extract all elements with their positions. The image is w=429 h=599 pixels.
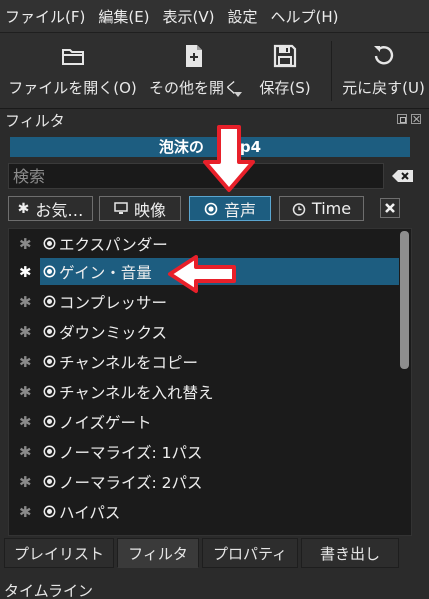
menu-edit[interactable]: 編集(E) bbox=[98, 6, 149, 27]
undo-button[interactable]: 元に戻す(U) bbox=[338, 33, 429, 109]
list-item[interactable]: ✱ ノーマライズ: 1パス bbox=[9, 438, 399, 465]
close-filter-button[interactable] bbox=[380, 198, 400, 218]
clear-search-icon[interactable] bbox=[392, 169, 414, 183]
favorite-star-icon[interactable]: ✱ bbox=[19, 323, 32, 341]
star-icon: ✱ bbox=[17, 200, 30, 217]
favorite-star-icon[interactable]: ✱ bbox=[19, 503, 32, 521]
filter-label: チャンネルをコピー bbox=[59, 354, 199, 372]
filter-label: ダウンミックス bbox=[59, 324, 168, 342]
save-icon bbox=[273, 44, 297, 68]
new-file-icon bbox=[186, 45, 202, 67]
tab-playlist-label: プレイリスト bbox=[13, 544, 104, 563]
panel-title: フィルタ bbox=[5, 111, 65, 130]
folder-icon bbox=[61, 49, 84, 65]
open-other-label: その他を開く bbox=[148, 79, 239, 97]
list-item[interactable]: ✱ エクスパンダー bbox=[9, 230, 399, 257]
bottom-tabs: プレイリスト フィルタ プロパティ 書き出し bbox=[0, 538, 429, 569]
save-label: 保存(S) bbox=[259, 79, 311, 97]
toolbar: ファイルを開く(O) その他を開く 保存(S) 元に戻す(U) bbox=[0, 33, 429, 109]
audio-filter-icon bbox=[43, 295, 56, 308]
tab-properties[interactable]: プロパティ bbox=[202, 538, 298, 568]
tab-time-label: Time bbox=[311, 199, 352, 218]
undo-label: 元に戻す(U) bbox=[342, 79, 425, 97]
undo-icon bbox=[373, 46, 393, 65]
open-other-button[interactable]: その他を開く bbox=[146, 33, 242, 109]
filter-label: コンプレッサー bbox=[59, 294, 168, 312]
app-window: ファイル(F) 編集(E) 表示(V) 設定 ヘルプ(H) ファイルを開く(O)… bbox=[0, 0, 429, 599]
tab-favorites-label: お気… bbox=[35, 200, 84, 220]
audio-filter-icon bbox=[43, 355, 56, 368]
list-item[interactable]: ✱ チャンネルを入れ替え bbox=[9, 378, 399, 405]
scrollbar-thumb[interactable] bbox=[400, 231, 409, 369]
favorite-star-icon[interactable]: ✱ bbox=[19, 293, 32, 311]
menu-settings[interactable]: 設定 bbox=[228, 6, 258, 27]
filter-label: ノーマライズ: 2パス bbox=[59, 474, 203, 492]
menu-bar: ファイル(F) 編集(E) 表示(V) 設定 ヘルプ(H) bbox=[0, 0, 429, 33]
speaker-icon bbox=[204, 202, 218, 215]
timeline-title: タイムライン bbox=[4, 582, 93, 599]
monitor-icon bbox=[114, 202, 128, 214]
filter-category-tabs: ✱ お気… 映像 音声 Time bbox=[8, 196, 420, 221]
filter-label: ノイズゲート bbox=[59, 414, 152, 432]
favorite-star-icon[interactable]: ✱ bbox=[19, 383, 32, 401]
list-scrollbar[interactable] bbox=[400, 231, 409, 533]
favorite-star-icon[interactable]: ✱ bbox=[19, 443, 32, 461]
filter-label: ノーマライズ: 1パス bbox=[59, 444, 203, 462]
audio-filter-icon bbox=[43, 505, 56, 518]
annotation-arrow-left-icon bbox=[168, 255, 236, 293]
favorite-star-icon[interactable]: ✱ bbox=[19, 413, 32, 431]
list-item[interactable]: ✱ ハイパス bbox=[9, 498, 399, 525]
tab-audio-label: 音声 bbox=[223, 200, 256, 220]
list-item[interactable]: ✱ ダウンミックス bbox=[9, 318, 399, 345]
clock-icon bbox=[292, 202, 306, 216]
tab-audio[interactable]: 音声 bbox=[189, 196, 271, 221]
close-panel-icon[interactable] bbox=[411, 114, 421, 124]
filter-label: エクスパンダー bbox=[59, 236, 168, 254]
menu-view[interactable]: 表示(V) bbox=[163, 6, 215, 27]
filter-label: チャンネルを入れ替え bbox=[59, 384, 214, 402]
filter-label: ハイパス bbox=[59, 504, 121, 522]
tab-properties-label: プロパティ bbox=[212, 544, 288, 563]
list-item[interactable]: ✱ チャンネルをコピー bbox=[9, 348, 399, 375]
favorite-star-icon[interactable]: ✱ bbox=[19, 353, 32, 371]
clip-title: 泡沫の bbox=[158, 138, 204, 156]
list-item[interactable]: ✱ ノイズゲート bbox=[9, 408, 399, 435]
menu-file[interactable]: ファイル(F) bbox=[5, 6, 85, 27]
float-panel-icon[interactable] bbox=[397, 114, 407, 124]
filter-label: ゲイン・音量 bbox=[59, 264, 152, 282]
tab-filters[interactable]: フィルタ bbox=[117, 538, 199, 568]
audio-filter-icon bbox=[43, 445, 56, 458]
audio-filter-icon bbox=[43, 237, 56, 250]
tab-export[interactable]: 書き出し bbox=[301, 538, 399, 568]
tab-time[interactable]: Time bbox=[279, 196, 364, 221]
tab-video-label: 映像 bbox=[133, 200, 166, 220]
audio-filter-icon bbox=[43, 475, 56, 488]
tab-favorites[interactable]: ✱ お気… bbox=[8, 196, 93, 221]
tab-filters-label: フィルタ bbox=[128, 544, 188, 563]
open-file-label: ファイルを開く(O) bbox=[8, 79, 137, 97]
open-file-button[interactable]: ファイルを開く(O) bbox=[8, 33, 137, 109]
save-button[interactable]: 保存(S) bbox=[252, 33, 318, 109]
audio-filter-icon bbox=[43, 385, 56, 398]
favorite-star-icon[interactable]: ✱ bbox=[19, 473, 32, 491]
menu-help[interactable]: ヘルプ(H) bbox=[271, 6, 339, 27]
annotation-arrow-down-icon bbox=[203, 125, 255, 192]
tab-playlist[interactable]: プレイリスト bbox=[4, 538, 114, 568]
chevron-down-icon[interactable] bbox=[234, 92, 242, 97]
audio-filter-icon bbox=[43, 415, 56, 428]
tab-export-label: 書き出し bbox=[319, 544, 380, 563]
toolbar-separator bbox=[331, 41, 332, 101]
tab-video[interactable]: 映像 bbox=[99, 196, 181, 221]
favorite-star-icon[interactable]: ✱ bbox=[19, 235, 32, 253]
search-input[interactable] bbox=[8, 163, 384, 189]
list-item[interactable]: ✱ ノーマライズ: 2パス bbox=[9, 468, 399, 495]
favorite-star-icon[interactable]: ✱ bbox=[19, 263, 32, 281]
audio-filter-icon bbox=[43, 265, 56, 278]
close-icon bbox=[385, 203, 395, 213]
audio-filter-icon bbox=[43, 325, 56, 338]
